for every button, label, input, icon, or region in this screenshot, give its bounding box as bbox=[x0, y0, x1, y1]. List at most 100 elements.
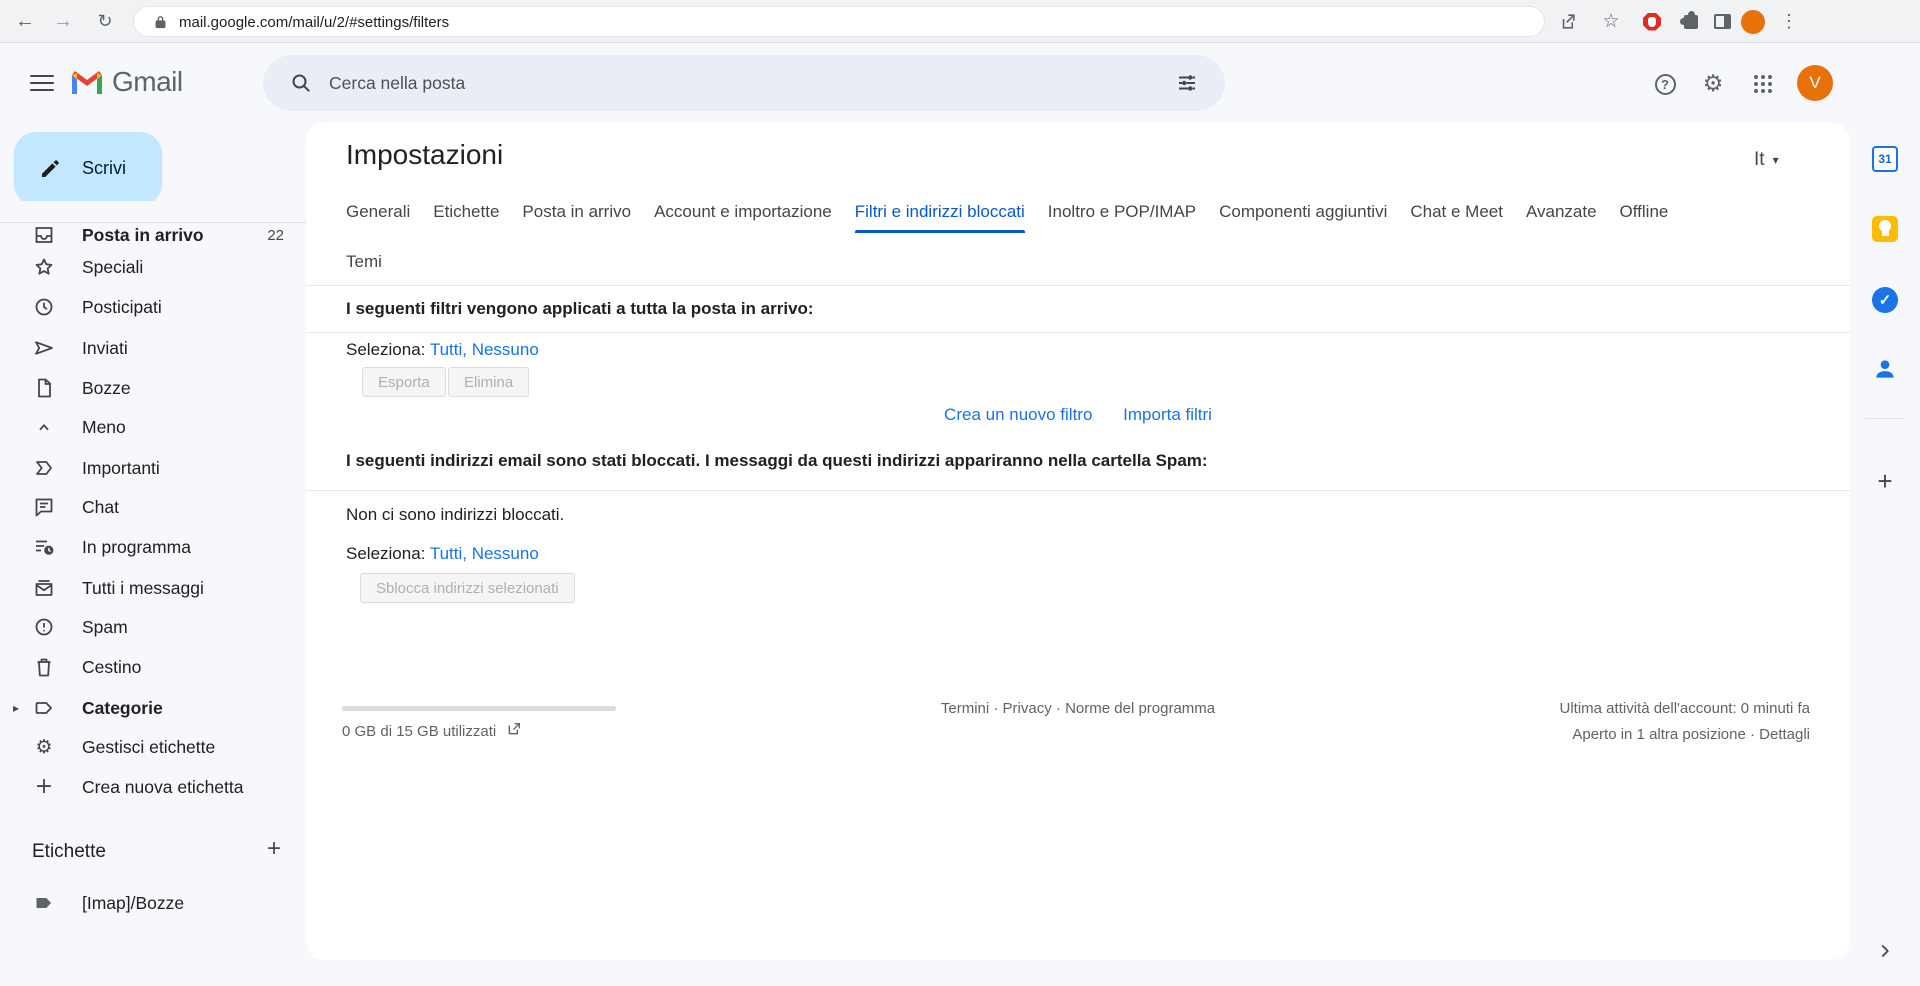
browser-profile-avatar[interactable] bbox=[1738, 0, 1768, 43]
lock-icon[interactable] bbox=[152, 14, 169, 36]
program-policies-link[interactable]: Norme del programma bbox=[1065, 700, 1215, 717]
tab-inoltro-pop-imap[interactable]: Inoltro e POP/IMAP bbox=[1048, 191, 1196, 233]
tab-componenti-aggiuntivi[interactable]: Componenti aggiuntivi bbox=[1219, 191, 1387, 233]
sidebar-item-starred[interactable]: Speciali bbox=[0, 247, 306, 287]
important-marker-icon bbox=[32, 456, 56, 480]
sidebar-item-all-mail[interactable]: Tutti i messaggi bbox=[0, 568, 306, 608]
compose-label: Scrivi bbox=[82, 158, 126, 179]
tab-generali[interactable]: Generali bbox=[346, 191, 410, 233]
export-button[interactable]: Esporta bbox=[362, 367, 446, 397]
add-label-plus-icon[interactable]: + bbox=[260, 835, 288, 863]
manage-labels-gear-icon: ⚙ bbox=[32, 735, 56, 759]
side-panel-collapse-chevron-icon[interactable] bbox=[1872, 938, 1898, 964]
select-label: Seleziona: bbox=[346, 544, 425, 563]
sidebar-item-spam[interactable]: Spam bbox=[0, 607, 306, 647]
settings-gear-icon[interactable]: ⚙ bbox=[1700, 71, 1726, 97]
select-none-link[interactable]: Nessuno bbox=[472, 340, 539, 359]
sidebar-item-sent[interactable]: Inviati bbox=[0, 328, 306, 368]
sidebar-item-create-label[interactable]: + Crea nuova etichetta bbox=[0, 767, 306, 807]
search-input[interactable] bbox=[329, 55, 1129, 111]
no-blocked-addresses-text: Non ci sono indirizzi bloccati. bbox=[346, 505, 564, 525]
details-link[interactable]: Dettagli bbox=[1759, 726, 1810, 743]
tab-posta-in-arrivo[interactable]: Posta in arrivo bbox=[522, 191, 631, 233]
search-icon[interactable] bbox=[289, 71, 313, 100]
browser-address-bar[interactable]: mail.google.com/mail/u/2/#settings/filte… bbox=[133, 6, 1545, 37]
bookmark-star-icon[interactable]: ☆ bbox=[1596, 0, 1626, 43]
settings-card: Impostazioni It ▾ Generali Etichette Pos… bbox=[306, 123, 1850, 960]
tab-avanzate[interactable]: Avanzate bbox=[1526, 191, 1597, 233]
gmail-wordmark[interactable]: Gmail bbox=[112, 66, 183, 98]
filters-select-row: Seleziona: Tutti, Nessuno bbox=[346, 340, 539, 360]
browser-forward-icon[interactable]: → bbox=[48, 0, 78, 43]
main-menu-icon[interactable] bbox=[30, 71, 54, 95]
sidebar-item-drafts[interactable]: Bozze bbox=[0, 368, 306, 408]
side-panel-toggle-icon[interactable] bbox=[1707, 0, 1737, 43]
url-text: mail.google.com/mail/u/2/#settings/filte… bbox=[179, 14, 449, 31]
blocked-select-row: Seleziona: Tutti, Nessuno bbox=[346, 544, 539, 564]
sidebar-item-scheduled[interactable]: In programma bbox=[0, 527, 306, 567]
storage-usage-text: 0 GB di 15 GB utilizzati bbox=[342, 723, 496, 740]
browser-back-icon[interactable]: ← bbox=[10, 0, 40, 43]
settings-tabs-row2: Temi bbox=[346, 241, 382, 283]
google-apps-grid-icon[interactable] bbox=[1750, 71, 1776, 97]
expand-caret-icon[interactable]: ▸ bbox=[13, 701, 19, 715]
gmail-logo-icon[interactable] bbox=[70, 69, 104, 101]
account-avatar[interactable]: V bbox=[1797, 65, 1833, 101]
tab-chat-e-meet[interactable]: Chat e Meet bbox=[1410, 191, 1503, 233]
adblock-extension-icon[interactable] bbox=[1637, 0, 1667, 43]
select-none-link[interactable]: Nessuno bbox=[472, 544, 539, 563]
tab-etichette[interactable]: Etichette bbox=[433, 191, 499, 233]
tab-account-importazione[interactable]: Account e importazione bbox=[654, 191, 832, 233]
unblock-selected-button[interactable]: Sblocca indirizzi selezionati bbox=[360, 573, 575, 603]
sidebar-item-snoozed[interactable]: Posticipati bbox=[0, 287, 306, 327]
divider bbox=[306, 285, 1850, 286]
calendar-icon[interactable]: 31 bbox=[1872, 146, 1898, 172]
search-bar bbox=[263, 55, 1225, 111]
sidebar-item-less[interactable]: Meno bbox=[0, 407, 306, 447]
search-filters-tune-icon[interactable] bbox=[1175, 71, 1199, 100]
extensions-puzzle-icon[interactable] bbox=[1676, 0, 1706, 43]
settings-tabs: Generali Etichette Posta in arrivo Accou… bbox=[346, 191, 1668, 233]
active-tab-underline bbox=[855, 230, 1025, 234]
select-all-link[interactable]: Tutti, bbox=[430, 340, 467, 359]
browser-reload-icon[interactable]: ↻ bbox=[90, 0, 120, 43]
tab-filtri-indirizzi-bloccati[interactable]: Filtri e indirizzi bloccati bbox=[855, 191, 1025, 233]
keep-icon[interactable] bbox=[1872, 216, 1898, 242]
labels-section-title: Etichette bbox=[32, 841, 106, 863]
contacts-icon[interactable] bbox=[1872, 356, 1898, 382]
get-addons-plus-icon[interactable]: + bbox=[1872, 468, 1898, 494]
page-title: Impostazioni bbox=[346, 139, 503, 171]
chevron-down-icon: ▾ bbox=[1773, 153, 1779, 167]
privacy-link[interactable]: Privacy bbox=[1003, 700, 1052, 717]
sidebar-item-imap-bozze[interactable]: [Imap]/Bozze bbox=[0, 883, 306, 923]
select-all-link[interactable]: Tutti, bbox=[430, 544, 467, 563]
sidebar-item-manage-labels[interactable]: ⚙ Gestisci etichette bbox=[0, 727, 306, 767]
external-link-icon[interactable] bbox=[506, 721, 522, 741]
divider bbox=[306, 490, 1850, 491]
sidebar-item-categories[interactable]: ▸ Categorie bbox=[0, 688, 306, 728]
blocked-section-heading: I seguenti indirizzi email sono stati bl… bbox=[346, 451, 1208, 471]
inbox-icon bbox=[32, 223, 56, 247]
delete-button[interactable]: Elimina bbox=[448, 367, 529, 397]
input-tools-button[interactable]: It ▾ bbox=[1754, 149, 1779, 171]
compose-button[interactable]: Scrivi bbox=[14, 132, 162, 205]
browser-toolbar: ← → ↻ mail.google.com/mail/u/2/#settings… bbox=[0, 0, 1920, 43]
tasks-icon[interactable]: ✓ bbox=[1872, 287, 1898, 313]
terms-link[interactable]: Termini bbox=[941, 700, 989, 717]
side-panel-divider bbox=[1865, 418, 1905, 419]
share-icon[interactable] bbox=[1552, 0, 1582, 43]
tab-offline[interactable]: Offline bbox=[1620, 191, 1669, 233]
side-panel: 31 ✓ + bbox=[1850, 123, 1920, 986]
import-filters-link[interactable]: Importa filtri bbox=[1123, 405, 1212, 424]
help-icon[interactable]: ? bbox=[1652, 71, 1678, 97]
sidebar-item-chat[interactable]: Chat bbox=[0, 487, 306, 527]
sidebar-item-trash[interactable]: Cestino bbox=[0, 647, 306, 687]
tab-temi[interactable]: Temi bbox=[346, 241, 382, 283]
sidebar-item-important[interactable]: Importanti bbox=[0, 448, 306, 488]
create-filter-link[interactable]: Crea un nuovo filtro bbox=[944, 405, 1092, 424]
clock-icon bbox=[32, 295, 56, 319]
divider bbox=[306, 332, 1850, 333]
inbox-count: 22 bbox=[267, 227, 284, 244]
sidebar: Scrivi Posta in arrivo 22 Speciali bbox=[0, 123, 306, 986]
browser-menu-icon[interactable]: ⋮ bbox=[1774, 0, 1804, 43]
